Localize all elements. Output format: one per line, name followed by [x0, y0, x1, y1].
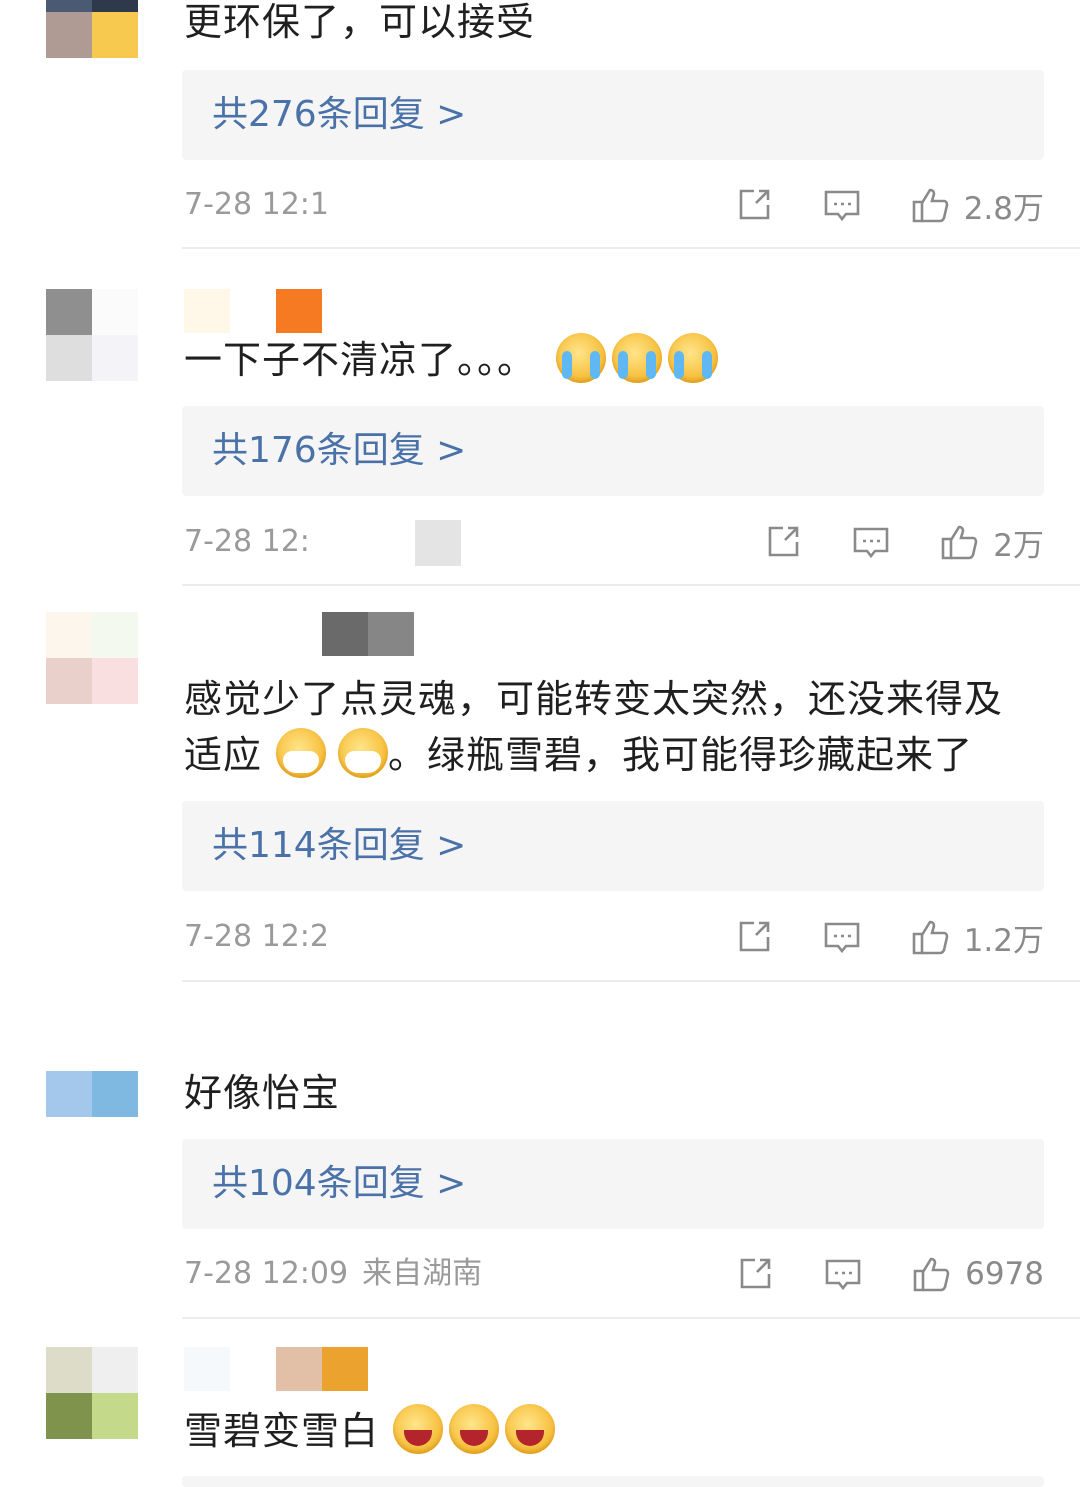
- comment-text: 好像怡宝: [184, 1071, 341, 1115]
- repost-icon[interactable]: [734, 185, 774, 225]
- reply-count-link[interactable]: [182, 1476, 1044, 1487]
- laughing-emoji: [505, 1404, 556, 1454]
- thumbs-up-icon[interactable]: [910, 917, 950, 957]
- comment-text-body: 。绿瓶雪碧，我可能得珍藏起来了: [388, 733, 974, 777]
- like-count: 2.8万: [963, 190, 1044, 227]
- laughing-emoji: [449, 1404, 500, 1454]
- crying-emoji: [556, 333, 607, 383]
- avatar[interactable]: [46, 1071, 138, 1117]
- mask-emoji: [338, 728, 389, 778]
- comment-meta: 7-28 12:2: [184, 912, 329, 962]
- reply-count-link[interactable]: 共176条回复 >: [182, 406, 1044, 496]
- avatar[interactable]: [46, 0, 138, 58]
- comment-text-body: 雪碧变雪白: [184, 1409, 380, 1453]
- username[interactable]: [184, 1347, 368, 1391]
- comment-meta: 7-28 12:: [184, 517, 462, 567]
- divider: [182, 1317, 1080, 1319]
- username[interactable]: [184, 289, 322, 333]
- thumbs-up-icon[interactable]: [911, 1254, 951, 1294]
- comment-text-line: 感觉少了点灵魂，可能转变太突然，还没来得及: [184, 677, 1004, 721]
- crying-emoji: [612, 333, 663, 383]
- comment-text: 一下子不清凉了。。。: [184, 332, 1044, 388]
- reply-count-link[interactable]: 共114条回复 >: [182, 801, 1044, 891]
- crying-emoji: [668, 333, 719, 383]
- divider: [182, 980, 1080, 982]
- comment-actions: 6978: [687, 1249, 1044, 1299]
- reply-count-label[interactable]: 共276条回复 >: [212, 70, 466, 160]
- avatar[interactable]: [46, 1347, 138, 1439]
- comment-time: 7-28 12:: [184, 524, 310, 559]
- comment-text-body: 一下子不清凉了。。。: [184, 338, 537, 382]
- comment-actions: 2万: [715, 517, 1044, 567]
- redacted-block: [415, 519, 462, 566]
- comment-time: 7-28 12:1: [184, 187, 329, 222]
- avatar[interactable]: [46, 612, 138, 704]
- like-count: 2万: [993, 527, 1044, 564]
- avatar[interactable]: [46, 289, 138, 381]
- comment-icon[interactable]: [822, 917, 862, 957]
- comment-icon[interactable]: [823, 1254, 863, 1294]
- divider: [182, 584, 1080, 586]
- comment-time: 7-28 12:2: [184, 919, 329, 954]
- comment-actions: 2.8万: [686, 180, 1044, 230]
- comment-location: 来自湖南: [362, 1256, 483, 1291]
- repost-icon[interactable]: [763, 522, 803, 562]
- comment-text: 感觉少了点灵魂，可能转变太突然，还没来得及 适应 。绿瓶雪碧，我可能得珍藏起来了: [184, 671, 1044, 783]
- thumbs-up-icon[interactable]: [910, 185, 950, 225]
- comment-icon[interactable]: [851, 522, 891, 562]
- reply-count-label[interactable]: 共114条回复 >: [212, 801, 466, 891]
- comment-text-body: 适应: [184, 733, 263, 777]
- comment-icon[interactable]: [822, 185, 862, 225]
- comment-actions: 1.2万: [686, 912, 1044, 962]
- reply-count-label[interactable]: 共176条回复 >: [212, 406, 466, 496]
- comment-time: 7-28 12:09: [184, 1256, 349, 1291]
- reply-count-link[interactable]: 共276条回复 >: [182, 70, 1044, 160]
- repost-icon[interactable]: [735, 1254, 775, 1294]
- laughing-emoji: [393, 1404, 444, 1454]
- divider: [182, 247, 1080, 249]
- like-count: 1.2万: [963, 922, 1044, 959]
- comment-text-line: 适应 。绿瓶雪碧，我可能得珍藏起来了: [184, 727, 1044, 783]
- reply-count-link[interactable]: 共104条回复 >: [182, 1139, 1044, 1229]
- comment-meta: 7-28 12:09 来自湖南: [184, 1249, 482, 1299]
- like-count: 6978: [965, 1256, 1044, 1292]
- thumbs-up-icon[interactable]: [939, 522, 979, 562]
- comment-text: 更环保了，可以接受: [184, 0, 536, 44]
- comment-text: 雪碧变雪白: [184, 1403, 1044, 1459]
- username[interactable]: [184, 612, 414, 656]
- reply-count-label[interactable]: 共104条回复 >: [212, 1139, 466, 1229]
- repost-icon[interactable]: [734, 917, 774, 957]
- mask-emoji: [276, 728, 327, 778]
- comment-meta: 7-28 12:1: [184, 180, 329, 230]
